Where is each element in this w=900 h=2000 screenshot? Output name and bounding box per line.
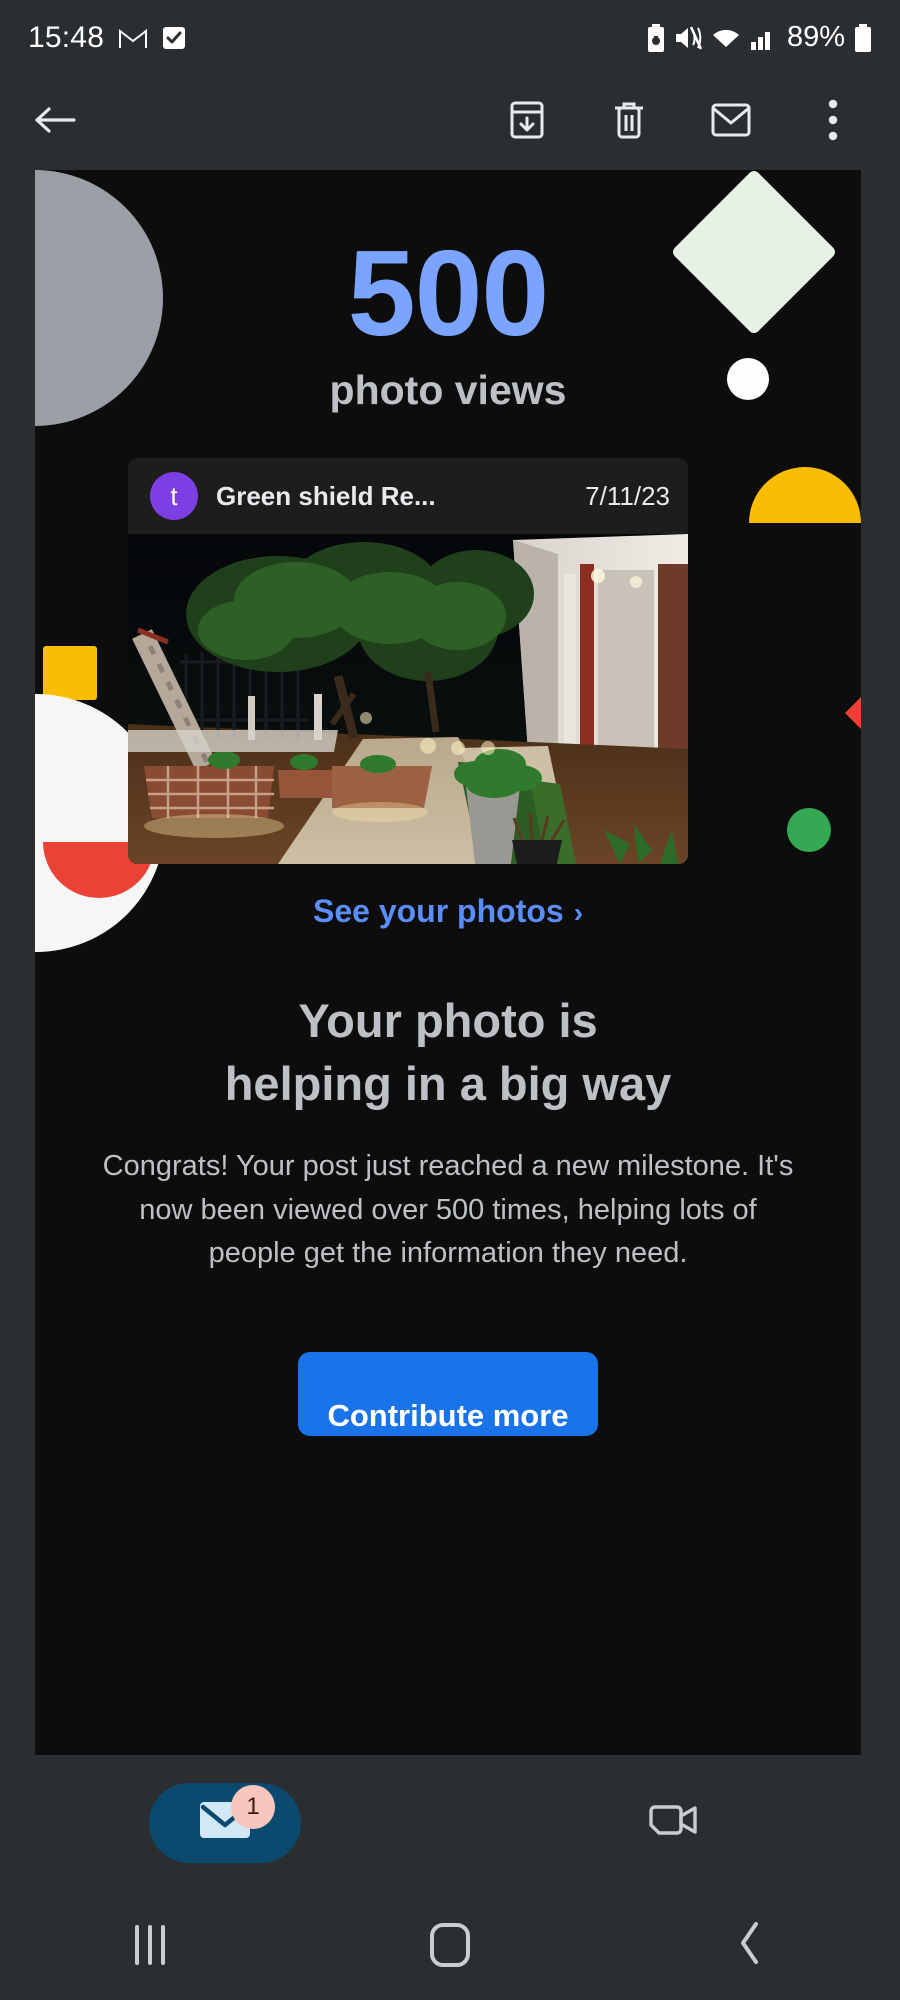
- view-count-number: 500: [347, 225, 550, 361]
- contribute-more-label: Contribute more: [327, 1398, 569, 1433]
- phone-screen: 15:48 89% 500 photo views t Green shield…: [0, 0, 900, 2000]
- envelope-icon: [710, 101, 752, 144]
- photo-date: 7/11/23: [585, 480, 670, 511]
- headline-line-2: helping in a big way: [224, 1056, 672, 1110]
- battery-icon: [854, 23, 872, 52]
- overflow-menu-icon: [827, 98, 839, 147]
- trash-icon: [611, 99, 647, 146]
- mail-tab-pill[interactable]: 1: [149, 1782, 301, 1863]
- recents-icon: [135, 1925, 165, 1965]
- android-home-button[interactable]: [300, 1923, 600, 1967]
- android-recents-button[interactable]: [0, 1925, 300, 1965]
- contribute-more-button[interactable]: Contribute more: [298, 1352, 598, 1436]
- bottom-navigation: 1: [0, 1755, 900, 1890]
- body-text: Congrats! Your post just reached a new m…: [102, 1150, 794, 1269]
- wifi-icon: [711, 25, 741, 51]
- back-button[interactable]: [30, 98, 80, 148]
- headline-line-1: Your photo is: [298, 994, 598, 1047]
- toolbar-actions: [502, 98, 900, 148]
- headline: Your photo is helping in a big way: [95, 990, 801, 1115]
- see-your-photos-label: See your photos: [312, 893, 564, 929]
- mail-unread-badge: 1: [231, 1784, 275, 1829]
- back-arrow-icon: [32, 100, 78, 145]
- archive-button[interactable]: [502, 98, 552, 148]
- video-camera-icon: [647, 1799, 703, 1846]
- chevron-right-icon: ›: [573, 897, 584, 928]
- signal-icon: [750, 25, 776, 51]
- avatar: t: [150, 472, 198, 520]
- back-chevron-icon: [737, 1920, 763, 1971]
- battery-percentage: 89%: [786, 21, 845, 53]
- photo-thumbnail[interactable]: [128, 534, 688, 864]
- status-bar-left: 15:48: [28, 21, 186, 55]
- android-navigation-bar: [0, 1890, 900, 2000]
- email-body-scroll[interactable]: 500 photo views t Green shield Re... 7/1…: [0, 170, 900, 1755]
- place-name: Green shield Re...: [216, 480, 436, 511]
- archive-icon: [507, 99, 547, 146]
- battery-saver-icon: [647, 23, 665, 52]
- photo-card-header: t Green shield Re... 7/11/23: [128, 458, 688, 534]
- photo-preview-card[interactable]: t Green shield Re... 7/11/23: [128, 458, 688, 864]
- status-bar-clock: 15:48: [28, 20, 105, 54]
- see-your-photos-link[interactable]: See your photos ›: [35, 893, 861, 930]
- decorative-orange-square: [43, 646, 97, 700]
- night-garden-photo-illustration: [128, 534, 688, 864]
- more-options-button[interactable]: [808, 98, 858, 148]
- status-bar: 15:48 89%: [0, 0, 900, 75]
- email-content-card: 500 photo views t Green shield Re... 7/1…: [35, 170, 861, 1755]
- gmail-icon: [118, 26, 148, 50]
- android-back-button[interactable]: [600, 1920, 900, 1971]
- checkbox-icon: [162, 25, 186, 51]
- decorative-green-circle: [787, 808, 831, 852]
- home-icon: [430, 1923, 470, 1967]
- nav-item-mail[interactable]: 1: [0, 1782, 450, 1863]
- gmail-toolbar: [0, 75, 900, 170]
- decorative-yellow-dome: [749, 467, 861, 523]
- view-count-label: photo views: [329, 367, 567, 413]
- decorative-red-triangle: [845, 697, 861, 729]
- status-bar-right: 89%: [647, 21, 872, 54]
- nav-item-meet[interactable]: [450, 1799, 900, 1846]
- mark-unread-button[interactable]: [706, 98, 756, 148]
- vibrate-icon: [674, 25, 702, 51]
- delete-button[interactable]: [604, 98, 654, 148]
